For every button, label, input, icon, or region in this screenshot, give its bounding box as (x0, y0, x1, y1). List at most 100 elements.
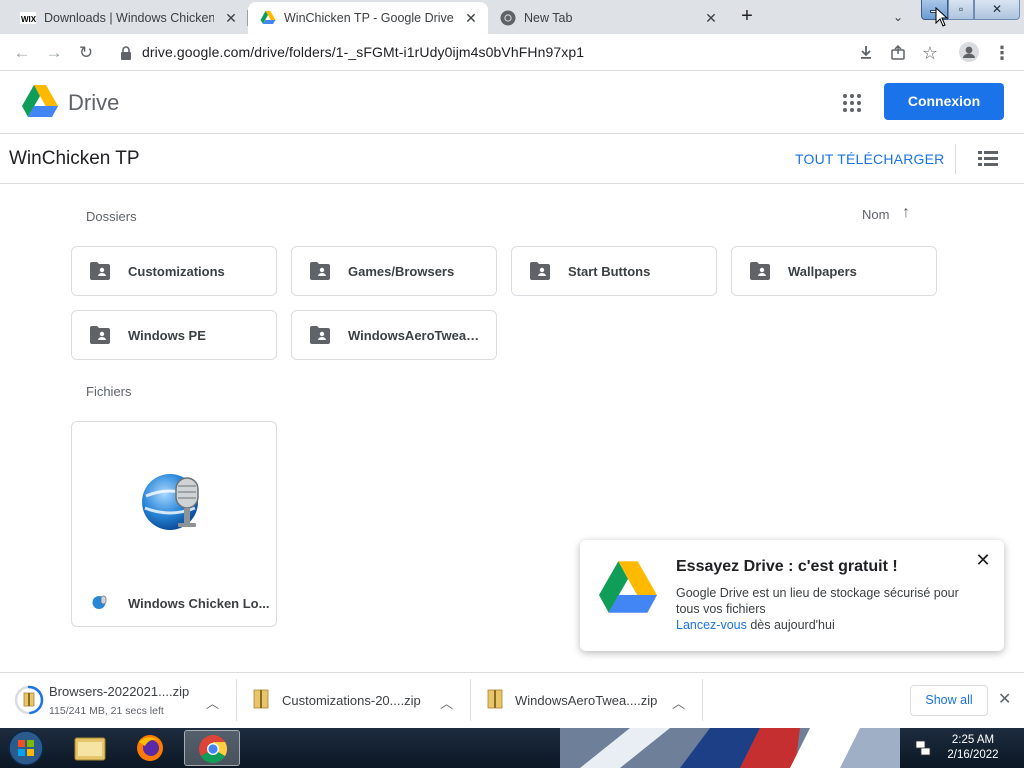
zip-file-icon (487, 689, 503, 709)
taskbar-chrome[interactable] (184, 730, 240, 766)
folder-card[interactable]: Customizations (71, 246, 277, 296)
tab-strip: WIX Downloads | Windows Chicken ✕ WinChi… (0, 0, 1024, 34)
file-card[interactable]: Windows Chicken Lo... (71, 421, 277, 627)
tab-new-tab[interactable]: New Tab ✕ (488, 2, 728, 34)
folder-name: Windows PE (128, 328, 206, 343)
back-arrow-icon[interactable]: ← (10, 41, 34, 65)
chevron-down-icon[interactable]: ⌄ (886, 6, 910, 28)
close-icon[interactable]: ✕ (462, 9, 480, 27)
tab-title: Downloads | Windows Chicken (44, 11, 214, 25)
folder-card[interactable]: Start Buttons (511, 246, 717, 296)
section-label-folders: Dossiers (86, 209, 137, 224)
promo-link-suffix: dès aujourd'hui (746, 618, 835, 632)
close-icon[interactable]: ✕ (974, 551, 992, 569)
svg-text:WIX: WIX (21, 15, 36, 24)
desktop-wallpaper-strip (560, 728, 900, 768)
promo-link[interactable]: Lancez-vous (676, 618, 747, 632)
clock-time: 2:25 AM (951, 734, 995, 746)
chevron-up-icon[interactable]: ︿ (672, 693, 685, 712)
signin-button[interactable]: Connexion (884, 83, 1004, 120)
google-drive-logo-icon[interactable] (22, 85, 58, 117)
download-item[interactable]: Browsers-2022021....zip 115/241 MB, 21 s… (8, 679, 234, 723)
folder-card[interactable]: Windows PE (71, 310, 277, 360)
close-icon[interactable]: ✕ (222, 9, 240, 27)
system-clock[interactable]: 2:25 AM 2/16/2022 (940, 733, 1006, 763)
folder-header: WinChicken TP TOUT TÉLÉCHARGER (0, 134, 1024, 184)
maximize-button[interactable]: ▫ (948, 0, 974, 20)
new-tab-button[interactable]: + (734, 5, 760, 29)
mouse-cursor-icon (935, 7, 949, 27)
file-thumbnail-icon (142, 474, 199, 530)
drive-promo-popup: Essayez Drive : c'est gratuit ! Google D… (580, 540, 1004, 651)
download-filename: Customizations-20....zip (282, 693, 421, 708)
download-all-button[interactable]: TOUT TÉLÉCHARGER (795, 151, 944, 167)
sort-arrow-up-icon[interactable]: ↑ (902, 204, 910, 222)
drive-header: Drive Connexion (0, 71, 1024, 134)
shared-folder-icon (90, 262, 110, 280)
folder-title: WinChicken TP (9, 148, 140, 169)
more-menu-icon[interactable]: ⋮ (990, 41, 1014, 65)
shared-folder-icon (530, 262, 550, 280)
taskbar-explorer[interactable] (62, 730, 118, 766)
sort-label[interactable]: Nom (862, 207, 889, 222)
divider (955, 144, 956, 174)
star-icon[interactable]: ☆ (918, 41, 942, 65)
folder-name: Start Buttons (568, 264, 651, 279)
profile-icon[interactable] (959, 42, 979, 62)
lock-icon (121, 46, 131, 60)
folder-name: WindowsAeroTweake... (348, 328, 486, 343)
folder-card[interactable]: Wallpapers (731, 246, 937, 296)
download-item[interactable]: Customizations-20....zip ︿ (242, 679, 468, 723)
chrome-icon (199, 735, 227, 763)
show-all-downloads-button[interactable]: Show all (910, 685, 988, 716)
url-text: drive.google.com/drive/folders/1-_sFGMt-… (142, 44, 585, 60)
download-item[interactable]: WindowsAeroTwea....zip ︿ (476, 679, 702, 723)
zip-file-icon (253, 689, 269, 709)
folder-card[interactable]: WindowsAeroTweake... (291, 310, 497, 360)
wix-icon: WIX (20, 12, 36, 24)
promo-title: Essayez Drive : c'est gratuit ! (676, 558, 898, 575)
windows-start-icon[interactable] (6, 729, 46, 767)
network-icon[interactable] (914, 739, 932, 757)
file-name: Windows Chicken Lo... (128, 596, 270, 611)
reload-icon[interactable]: ↻ (74, 41, 98, 65)
clock-date: 2/16/2022 (947, 749, 999, 761)
section-label-files: Fichiers (86, 384, 132, 399)
firefox-icon (137, 735, 163, 761)
file-type-icon (92, 595, 107, 609)
tab-google-drive[interactable]: WinChicken TP - Google Drive ✕ (248, 2, 488, 34)
close-window-button[interactable]: ✕ (974, 0, 1020, 20)
folder-card[interactable]: Games/Browsers (291, 246, 497, 296)
shared-folder-icon (90, 326, 110, 344)
promo-body: Google Drive est un lieu de stockage séc… (676, 585, 976, 633)
divider (702, 679, 703, 721)
browser-toolbar: ← → ↻ drive.google.com/drive/folders/1-_… (0, 34, 1024, 71)
shared-folder-icon (310, 262, 330, 280)
chevron-up-icon[interactable]: ︿ (206, 693, 219, 712)
download-progress-icon (14, 685, 44, 715)
taskbar-firefox[interactable] (122, 730, 178, 766)
download-icon[interactable] (858, 44, 874, 60)
download-filename: WindowsAeroTwea....zip (515, 693, 658, 708)
google-drive-logo-icon (599, 561, 657, 613)
chevron-up-icon[interactable]: ︿ (440, 693, 453, 712)
apps-grid-icon[interactable] (842, 93, 862, 113)
tab-title: WinChicken TP - Google Drive (284, 11, 454, 25)
folder-icon (74, 737, 106, 761)
share-icon[interactable] (890, 44, 906, 60)
tab-title: New Tab (524, 11, 573, 25)
forward-arrow-icon[interactable]: → (42, 41, 66, 65)
folder-name: Games/Browsers (348, 264, 455, 279)
download-shelf: Browsers-2022021....zip 115/241 MB, 21 s… (0, 672, 1024, 728)
list-view-icon[interactable] (978, 150, 998, 168)
tab-downloads[interactable]: WIX Downloads | Windows Chicken ✕ (8, 2, 248, 34)
drive-product-name[interactable]: Drive (68, 90, 119, 116)
windows-taskbar: 2:25 AM 2/16/2022 (0, 728, 1024, 768)
close-icon[interactable]: ✕ (998, 689, 1011, 709)
chrome-icon (500, 10, 516, 26)
divider (236, 679, 237, 721)
close-icon[interactable]: ✕ (702, 9, 720, 27)
folder-name: Wallpapers (788, 264, 857, 279)
download-status: 115/241 MB, 21 secs left (49, 705, 164, 717)
shared-folder-icon (310, 326, 330, 344)
